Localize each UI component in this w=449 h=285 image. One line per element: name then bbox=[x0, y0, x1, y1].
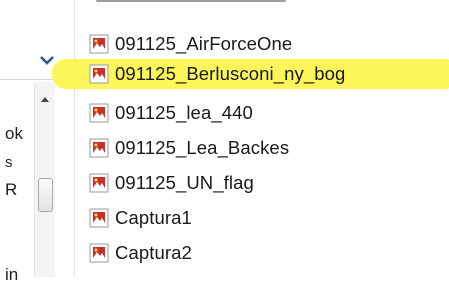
image-file-icon bbox=[89, 173, 109, 193]
image-file-icon bbox=[89, 34, 109, 54]
image-file-icon bbox=[89, 208, 109, 228]
scroll-thumb[interactable] bbox=[38, 178, 53, 212]
list-item[interactable]: Captura2 bbox=[80, 238, 440, 268]
image-file-icon bbox=[89, 138, 109, 158]
image-file-icon bbox=[89, 64, 109, 84]
image-file-icon bbox=[89, 243, 109, 263]
vertical-scrollbar[interactable] bbox=[34, 82, 55, 277]
list-item[interactable]: 091125_UN_flag bbox=[80, 168, 440, 198]
file-name: 091125_AirForceOne bbox=[115, 33, 293, 54]
file-name: Captura1 bbox=[115, 207, 192, 228]
arrow-up-icon bbox=[41, 97, 49, 102]
truncated-nav-label: in bbox=[5, 265, 19, 284]
pane-divider[interactable] bbox=[74, 0, 75, 277]
list-item-highlighted[interactable]: 091125_Berlusconi_ny_bog bbox=[52, 59, 449, 89]
list-item[interactable]: Captura1 bbox=[80, 203, 440, 233]
file-name: Captura2 bbox=[115, 242, 192, 263]
list-item[interactable]: 091125_AirForceOne bbox=[80, 29, 440, 59]
file-name: 091125_UN_flag bbox=[115, 172, 254, 193]
list-item[interactable]: 091125_lea_440 bbox=[80, 98, 440, 128]
list-item[interactable]: 091125_Lea_Backes bbox=[80, 133, 440, 163]
file-list: 091125_AirForceOne 091125_Berlusconi_ny_… bbox=[52, 0, 449, 277]
truncated-nav-label: ok bbox=[5, 124, 23, 143]
navigation-pane: ok s R in bbox=[0, 0, 80, 284]
truncated-nav-label: R bbox=[5, 180, 18, 199]
file-name: 091125_Lea_Backes bbox=[115, 137, 290, 158]
image-file-icon bbox=[89, 103, 109, 123]
truncated-nav-label: s bbox=[5, 154, 13, 171]
file-name: 091125_Berlusconi_ny_bog bbox=[115, 63, 346, 84]
scroll-up-button[interactable] bbox=[35, 92, 55, 106]
file-name: 091125_lea_440 bbox=[115, 102, 253, 123]
